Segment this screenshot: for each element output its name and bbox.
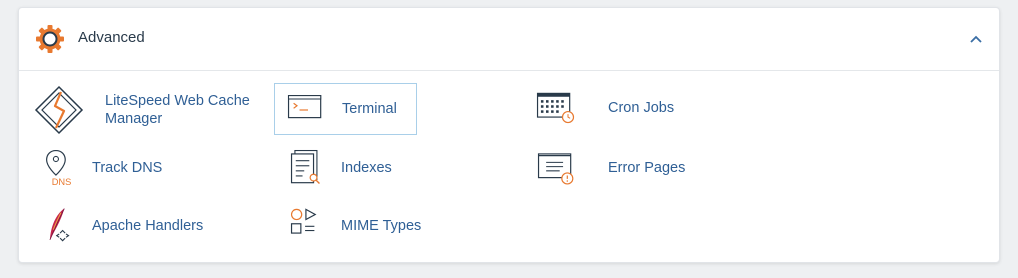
tool-terminal[interactable]: Terminal <box>274 83 417 135</box>
tool-error-pages[interactable]: Error Pages <box>536 148 736 200</box>
track-dns-icon: DNS <box>46 149 72 187</box>
tool-label: Track DNS <box>92 160 163 176</box>
tool-label: Cron Jobs <box>608 100 675 116</box>
tool-mime-types[interactable]: MIME Types <box>289 206 449 258</box>
advanced-panel: Advanced LiteSpeed Web Cache Manager Ter… <box>18 7 1000 263</box>
tool-label-line1: LiteSpeed Web Cache <box>105 93 250 109</box>
section-title: Advanced <box>78 29 145 46</box>
advanced-section-header[interactable]: Advanced <box>19 8 999 71</box>
tool-label-line2: Manager <box>105 111 163 127</box>
tool-indexes[interactable]: Indexes <box>289 148 449 200</box>
gear-icon <box>36 25 64 53</box>
tool-label: Terminal <box>342 101 397 117</box>
litespeed-icon <box>34 85 84 135</box>
indexes-icon <box>290 149 320 185</box>
mime-types-icon <box>290 208 317 234</box>
tool-label: LiteSpeed Web Cache Manager <box>105 92 250 128</box>
chevron-up-icon[interactable] <box>969 32 983 46</box>
apache-handlers-icon <box>49 208 70 242</box>
tool-cron-jobs[interactable]: Cron Jobs <box>535 90 735 142</box>
tool-track-dns[interactable]: DNS Track DNS <box>39 148 239 200</box>
tool-label: Error Pages <box>608 160 686 176</box>
tool-apache-handlers[interactable]: Apache Handlers <box>44 206 244 258</box>
tool-label: MIME Types <box>341 218 422 234</box>
error-pages-icon <box>537 153 574 185</box>
terminal-icon <box>287 95 322 119</box>
tool-label: Apache Handlers <box>92 218 204 234</box>
dns-label-text: DNS <box>52 177 72 187</box>
tool-litespeed-web-cache-manager[interactable]: LiteSpeed Web Cache Manager <box>33 84 253 136</box>
tool-label: Indexes <box>341 160 392 176</box>
cron-jobs-icon <box>536 92 575 124</box>
